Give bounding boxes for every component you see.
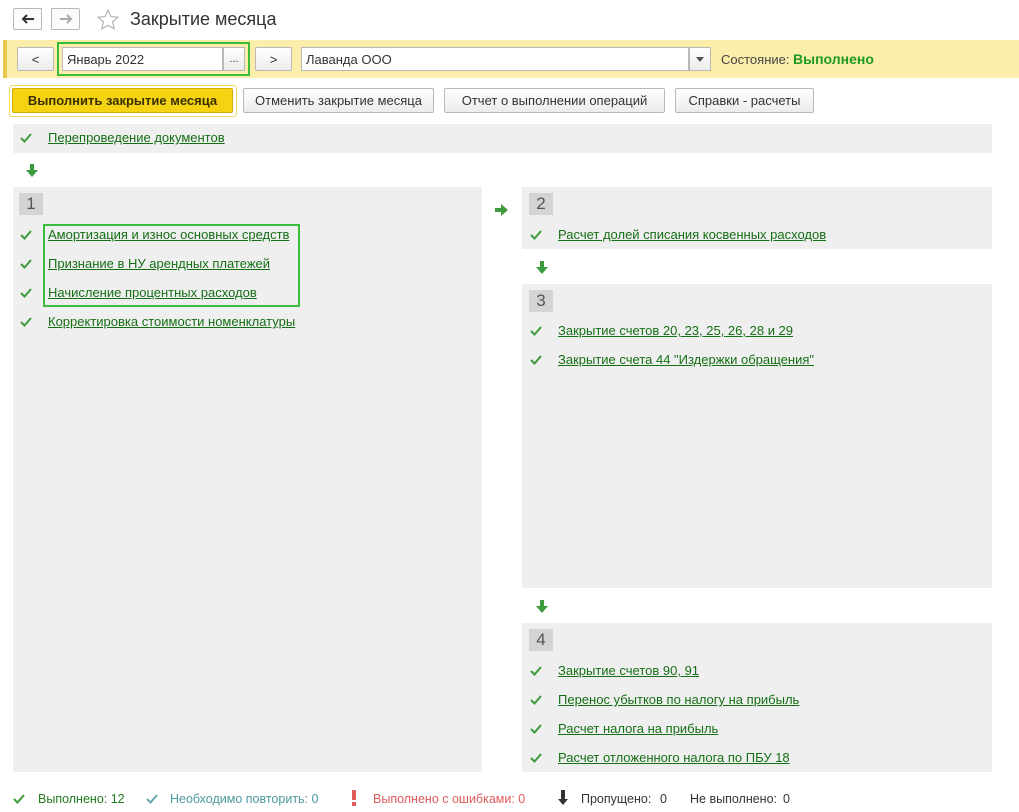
status-skipped-value: 0 xyxy=(660,792,667,806)
step-4-number: 4 xyxy=(529,629,553,651)
arrow-down-icon xyxy=(536,261,548,274)
arrow-right-icon xyxy=(495,204,508,216)
step-3-item-2-link[interactable]: Закрытие счета 44 "Издержки обращения" xyxy=(558,352,814,367)
step-1-item-2-link[interactable]: Признание в НУ арендных платежей xyxy=(48,256,270,271)
status-notdone-label: Не выполнено: xyxy=(690,792,777,806)
operations-report-button[interactable]: Отчет о выполнении операций xyxy=(444,88,665,113)
exclamation-icon xyxy=(352,790,356,806)
repost-documents-link[interactable]: Перепроведение документов xyxy=(48,130,225,145)
arrow-down-icon xyxy=(536,600,548,613)
prev-period-button[interactable]: < xyxy=(17,47,54,71)
repeat-check-icon xyxy=(146,794,158,804)
check-icon xyxy=(20,133,32,143)
check-icon xyxy=(530,666,542,676)
organization-dropdown-button[interactable] xyxy=(689,47,711,71)
check-icon xyxy=(530,695,542,705)
check-icon xyxy=(20,317,32,327)
execute-close-button[interactable]: Выполнить закрытие месяца xyxy=(12,88,233,113)
step-4-item-1-link[interactable]: Закрытие счетов 90, 91 xyxy=(558,663,699,678)
step-3-number: 3 xyxy=(529,290,553,312)
check-icon xyxy=(530,230,542,240)
period-select-button[interactable]: ... xyxy=(223,47,245,71)
page-title: Закрытие месяца xyxy=(130,9,277,29)
step-1-item-1-link[interactable]: Амортизация и износ основных средств xyxy=(48,227,289,242)
check-icon xyxy=(530,753,542,763)
organization-input[interactable]: Лаванда ООО xyxy=(301,47,689,71)
step-3-item-1-link[interactable]: Закрытие счетов 20, 23, 25, 26, 28 и 29 xyxy=(558,323,793,338)
arrow-left-icon xyxy=(21,14,34,24)
period-input[interactable]: Январь 2022 xyxy=(62,47,223,71)
next-period-button[interactable]: > xyxy=(255,47,292,71)
check-icon xyxy=(20,259,32,269)
state-label: Состояние: xyxy=(721,52,790,67)
status-errors: Выполнено с ошибками: 0 xyxy=(373,792,526,806)
step-4-item-2-link[interactable]: Перенос убытков по налогу на прибыль xyxy=(558,692,799,707)
step-1-item-4-link[interactable]: Корректировка стоимости номенклатуры xyxy=(48,314,295,329)
check-icon xyxy=(20,230,32,240)
status-notdone-value: 0 xyxy=(783,792,790,806)
arrow-down-icon xyxy=(558,790,568,805)
done-check-icon xyxy=(13,794,25,804)
chevron-down-icon xyxy=(696,56,704,62)
step-1-item-3-link[interactable]: Начисление процентных расходов xyxy=(48,285,257,300)
favorite-star-icon[interactable] xyxy=(96,8,120,35)
cancel-close-button[interactable]: Отменить закрытие месяца xyxy=(243,88,434,113)
state-value: Выполнено xyxy=(793,51,874,67)
step-2-item-1-link[interactable]: Расчет долей списания косвенных расходов xyxy=(558,227,826,242)
arrow-right-icon xyxy=(59,14,72,24)
step-2-number: 2 xyxy=(529,193,553,215)
check-icon xyxy=(20,288,32,298)
check-icon xyxy=(530,724,542,734)
arrow-down-icon xyxy=(26,164,38,177)
back-button[interactable] xyxy=(13,8,42,30)
status-done: Выполнено: 12 xyxy=(38,792,125,806)
check-icon xyxy=(530,326,542,336)
check-icon xyxy=(530,355,542,365)
step-1-number: 1 xyxy=(19,193,43,215)
status-skipped-label: Пропущено: xyxy=(581,792,652,806)
step-4-item-4-link[interactable]: Расчет отложенного налога по ПБУ 18 xyxy=(558,750,790,765)
references-button[interactable]: Справки - расчеты xyxy=(675,88,814,113)
forward-button[interactable] xyxy=(51,8,80,30)
step-4-item-3-link[interactable]: Расчет налога на прибыль xyxy=(558,721,718,736)
status-repeat: Необходимо повторить: 0 xyxy=(170,792,319,806)
